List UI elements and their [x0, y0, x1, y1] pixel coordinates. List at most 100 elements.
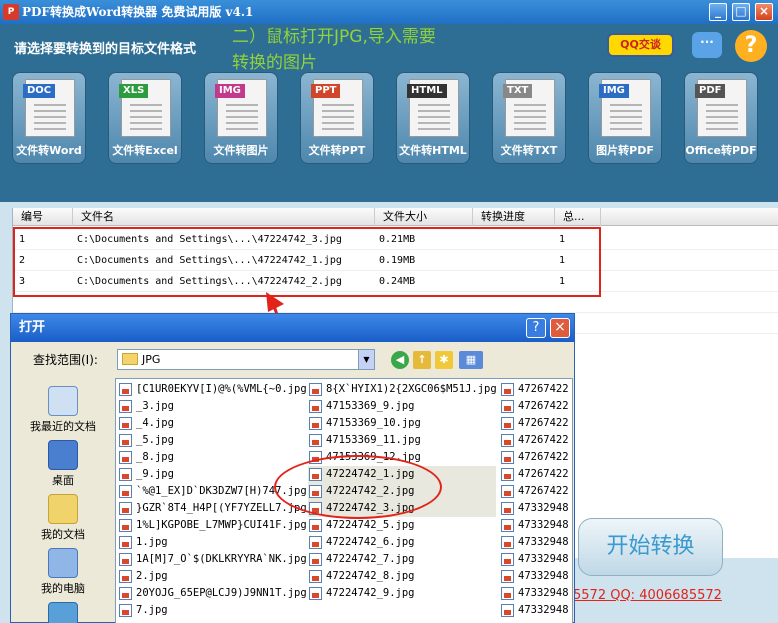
- file-name: 47267422: [518, 400, 569, 412]
- jpg-file-icon: [501, 417, 514, 430]
- file-list-item[interactable]: _4.jpg: [118, 415, 306, 432]
- new-folder-icon[interactable]: ✱: [435, 351, 453, 369]
- file-name: 1.jpg: [136, 536, 168, 548]
- jpg-file-icon: [501, 485, 514, 498]
- file-name: 8{X`HYIX1)2{2XGC06$M51J.jpg: [326, 383, 497, 395]
- jpg-file-icon: [501, 451, 514, 464]
- jpg-file-icon: [501, 536, 514, 549]
- file-list-item[interactable]: 47267422: [500, 398, 572, 415]
- jpg-file-icon: [501, 502, 514, 515]
- file-name: 47267422: [518, 417, 569, 429]
- lookin-value: JPG: [142, 353, 161, 366]
- jpg-file-icon: [309, 434, 322, 447]
- my-computer-icon: [48, 548, 78, 578]
- jpg-file-icon: [119, 417, 132, 430]
- jpg-file-icon: [119, 485, 132, 498]
- dialog-title: 打开: [11, 314, 574, 342]
- file-list-item[interactable]: 47224742_6.jpg: [308, 534, 496, 551]
- file-name: 47224742_8.jpg: [326, 570, 415, 582]
- file-list-item[interactable]: 47267422: [500, 483, 572, 500]
- start-convert-button[interactable]: 开始转换: [578, 518, 723, 576]
- file-list-item[interactable]: 47332948: [500, 551, 572, 568]
- file-list-item[interactable]: 1%L]KGPOBE_L7MWP}CUI41F.jpg: [118, 517, 307, 534]
- file-list-item[interactable]: 8{X`HYIX1)2{2XGC06$M51J.jpg: [308, 381, 497, 398]
- file-list-item[interactable]: 47332948: [500, 517, 572, 534]
- place-desktop[interactable]: 桌面: [15, 438, 111, 490]
- file-name: 2.jpg: [136, 570, 168, 582]
- jpg-file-icon: [309, 383, 322, 396]
- file-column-1: [C1UR0EKYV[I)@%(%VML{~0.jpg _3.jpg _4.jpg _…: [118, 381, 307, 619]
- dialog-help-button[interactable]: ?: [526, 318, 546, 338]
- file-list-item[interactable]: 47332948: [500, 602, 572, 619]
- file-name: 20YOJG_65EP@LCJ9)J9NN1T.jpg: [136, 587, 307, 599]
- jpg-file-icon: [309, 400, 322, 413]
- folder-icon: [122, 353, 138, 365]
- jpg-file-icon: [309, 417, 322, 430]
- file-list-item[interactable]: 2.jpg: [118, 568, 306, 585]
- view-menu-icon[interactable]: ▦: [459, 351, 483, 369]
- file-list-item[interactable]: 47224742_8.jpg: [308, 568, 496, 585]
- file-list-item[interactable]: [C1UR0EKYV[I)@%(%VML{~0.jpg: [118, 381, 307, 398]
- lookin-select[interactable]: JPG ▼: [117, 349, 375, 370]
- file-list-item[interactable]: 47224742_7.jpg: [308, 551, 496, 568]
- file-list-item[interactable]: _8.jpg: [118, 449, 306, 466]
- file-list-item[interactable]: 7.jpg: [118, 602, 306, 619]
- file-name: 47267422: [518, 468, 569, 480]
- jpg-file-icon: [501, 400, 514, 413]
- file-list-item[interactable]: 47267422: [500, 432, 572, 449]
- jpg-file-icon: [119, 502, 132, 515]
- dialog-close-button[interactable]: ×: [550, 318, 570, 338]
- file-name: _9.jpg: [136, 468, 174, 480]
- chevron-down-icon[interactable]: ▼: [358, 350, 374, 369]
- file-name: 47332948: [518, 536, 569, 548]
- jpg-file-icon: [119, 604, 132, 617]
- file-name: _3.jpg: [136, 400, 174, 412]
- file-name: 47224742_6.jpg: [326, 536, 415, 548]
- file-list-item[interactable]: 47332948: [500, 534, 572, 551]
- jpg-file-icon: [119, 434, 132, 447]
- file-list-item[interactable]: 47153369_9.jpg: [308, 398, 496, 415]
- jpg-file-icon: [119, 383, 132, 396]
- annotation-ellipse: [274, 455, 442, 519]
- up-folder-icon[interactable]: ↑: [413, 351, 431, 369]
- file-list-item[interactable]: 47267422: [500, 466, 572, 483]
- file-name: _4.jpg: [136, 417, 174, 429]
- file-list-item[interactable]: 47224742_9.jpg: [308, 585, 496, 602]
- file-list-item[interactable]: _5.jpg: [118, 432, 306, 449]
- desktop-icon: [48, 440, 78, 470]
- file-list-item[interactable]: 47267422: [500, 415, 572, 432]
- file-name: 47153369_11.jpg: [326, 434, 421, 446]
- file-name: }GZR`8T4_H4P[(YF7YZELL7.jpg: [136, 502, 307, 514]
- my-documents-icon: [48, 494, 78, 524]
- file-list-item[interactable]: 47153369_11.jpg: [308, 432, 496, 449]
- file-list-item[interactable]: 47267422: [500, 449, 572, 466]
- file-list-item[interactable]: 20YOJG_65EP@LCJ9)J9NN1T.jpg: [118, 585, 307, 602]
- jpg-file-icon: [501, 434, 514, 447]
- lookin-label: 查找范围(I):: [33, 353, 98, 367]
- jpg-file-icon: [501, 587, 514, 600]
- back-icon[interactable]: ◀: [391, 351, 409, 369]
- file-list-item[interactable]: 47332948: [500, 568, 572, 585]
- contact-qq-link[interactable]: 5572 QQ: 4006685572: [573, 588, 722, 603]
- file-list-item[interactable]: 47267422: [500, 381, 572, 398]
- place-network[interactable]: [15, 600, 111, 623]
- file-name: 47153369_10.jpg: [326, 417, 421, 429]
- file-name: 47332948: [518, 587, 569, 599]
- file-name: 1A[M]7_O`$(DKLKRYYRA`NK.jpg: [136, 553, 307, 565]
- jpg-file-icon: [501, 570, 514, 583]
- file-list-item[interactable]: 47332948: [500, 500, 572, 517]
- places-bar: 我最近的文档 桌面 我的文档 我的电脑: [15, 378, 111, 623]
- file-list-item[interactable]: 47332948: [500, 585, 572, 602]
- place-recent[interactable]: 我最近的文档: [15, 384, 111, 436]
- file-list-item[interactable]: _3.jpg: [118, 398, 306, 415]
- file-list-item[interactable]: 47224742_5.jpg: [308, 517, 496, 534]
- file-list-item[interactable]: 1.jpg: [118, 534, 306, 551]
- jpg-file-icon: [309, 519, 322, 532]
- place-my-computer[interactable]: 我的电脑: [15, 546, 111, 598]
- file-name: 47267422: [518, 451, 569, 463]
- place-my-documents[interactable]: 我的文档: [15, 492, 111, 544]
- file-list-item[interactable]: }GZR`8T4_H4P[(YF7YZELL7.jpg: [118, 500, 307, 517]
- file-list-item[interactable]: 47153369_10.jpg: [308, 415, 496, 432]
- file-list-item[interactable]: 1A[M]7_O`$(DKLKRYYRA`NK.jpg: [118, 551, 307, 568]
- jpg-file-icon: [501, 468, 514, 481]
